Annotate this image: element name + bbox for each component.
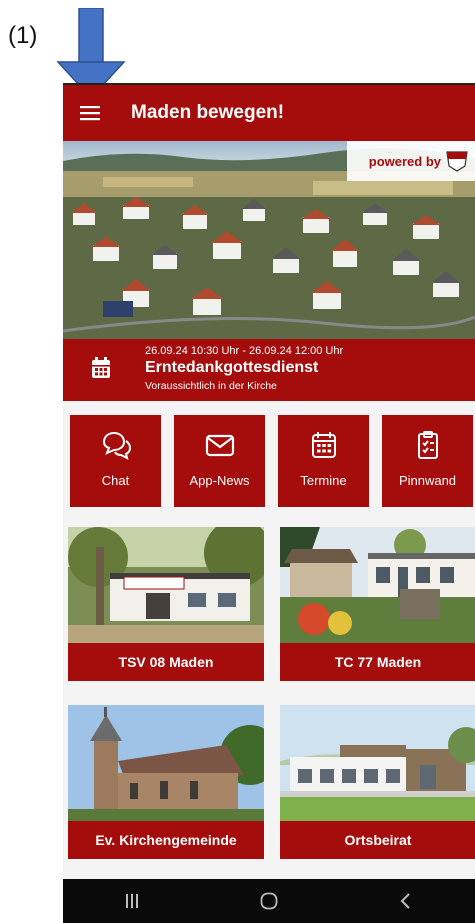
menu-button[interactable] xyxy=(63,84,117,142)
card-label: Ev. Kirchengemeinde xyxy=(95,832,237,848)
powered-by-label: powered by xyxy=(368,153,441,169)
sponsor-logo xyxy=(446,151,468,172)
tile-app-news[interactable]: App-News xyxy=(174,415,265,507)
quick-actions: Chat App-News Termine Pinnwand xyxy=(63,413,475,509)
card-label: TSV 08 Maden xyxy=(118,654,214,670)
church-image xyxy=(68,705,264,821)
community-building-image xyxy=(280,705,475,821)
tile-label: Termine xyxy=(300,473,347,488)
event-date: 26.09.24 10:30 Uhr - 26.09.24 12:00 Uhr xyxy=(145,345,344,357)
app-screen: Maden bewegen! powered by 26.09.24 10:30… xyxy=(63,83,475,923)
tile-pinnwand[interactable]: Pinnwand xyxy=(382,415,473,507)
system-nav-bar xyxy=(63,879,475,923)
card-tc-77-maden[interactable]: TC 77 Maden xyxy=(280,527,475,681)
step-label: (1) xyxy=(8,22,38,49)
mail-icon xyxy=(205,434,234,457)
calendar-icon xyxy=(311,432,336,458)
card-ev-kirchengemeinde[interactable]: Ev. Kirchengemeinde xyxy=(68,705,264,859)
event-title: Erntedankgottesdienst xyxy=(145,359,319,376)
recent-apps-icon xyxy=(125,894,138,908)
card-tsv-08-maden[interactable]: TSV 08 Maden xyxy=(68,527,264,681)
back-icon xyxy=(400,893,411,909)
powered-by-badge: powered by xyxy=(347,141,475,181)
event-location: Voraussichtlich in der Kirche xyxy=(145,380,277,392)
tile-termine[interactable]: Termine xyxy=(278,415,369,507)
sports-club-image xyxy=(68,527,264,643)
recent-apps-button[interactable] xyxy=(102,879,162,923)
home-icon xyxy=(260,892,278,910)
hamburger-menu-icon xyxy=(80,106,100,121)
hero-image: powered by xyxy=(63,141,475,339)
back-button[interactable] xyxy=(376,879,436,923)
tennis-club-image xyxy=(280,527,475,643)
app-bar: Maden bewegen! xyxy=(63,83,475,141)
chat-icon xyxy=(102,431,131,460)
calendar-icon xyxy=(92,357,110,378)
tile-label: Chat xyxy=(101,473,130,488)
card-label: Ortsbeirat xyxy=(344,832,412,848)
home-button[interactable] xyxy=(239,879,299,923)
tile-chat[interactable]: Chat xyxy=(70,415,161,507)
tile-label: Pinnwand xyxy=(398,473,457,488)
card-label: TC 77 Maden xyxy=(334,654,422,670)
app-title: Maden bewegen! xyxy=(131,102,285,123)
tile-label: App-News xyxy=(189,473,250,488)
clipboard-icon xyxy=(417,431,438,459)
event-banner[interactable]: 26.09.24 10:30 Uhr - 26.09.24 12:00 Uhr … xyxy=(63,339,475,401)
card-ortsbeirat[interactable]: Ortsbeirat xyxy=(280,705,475,859)
